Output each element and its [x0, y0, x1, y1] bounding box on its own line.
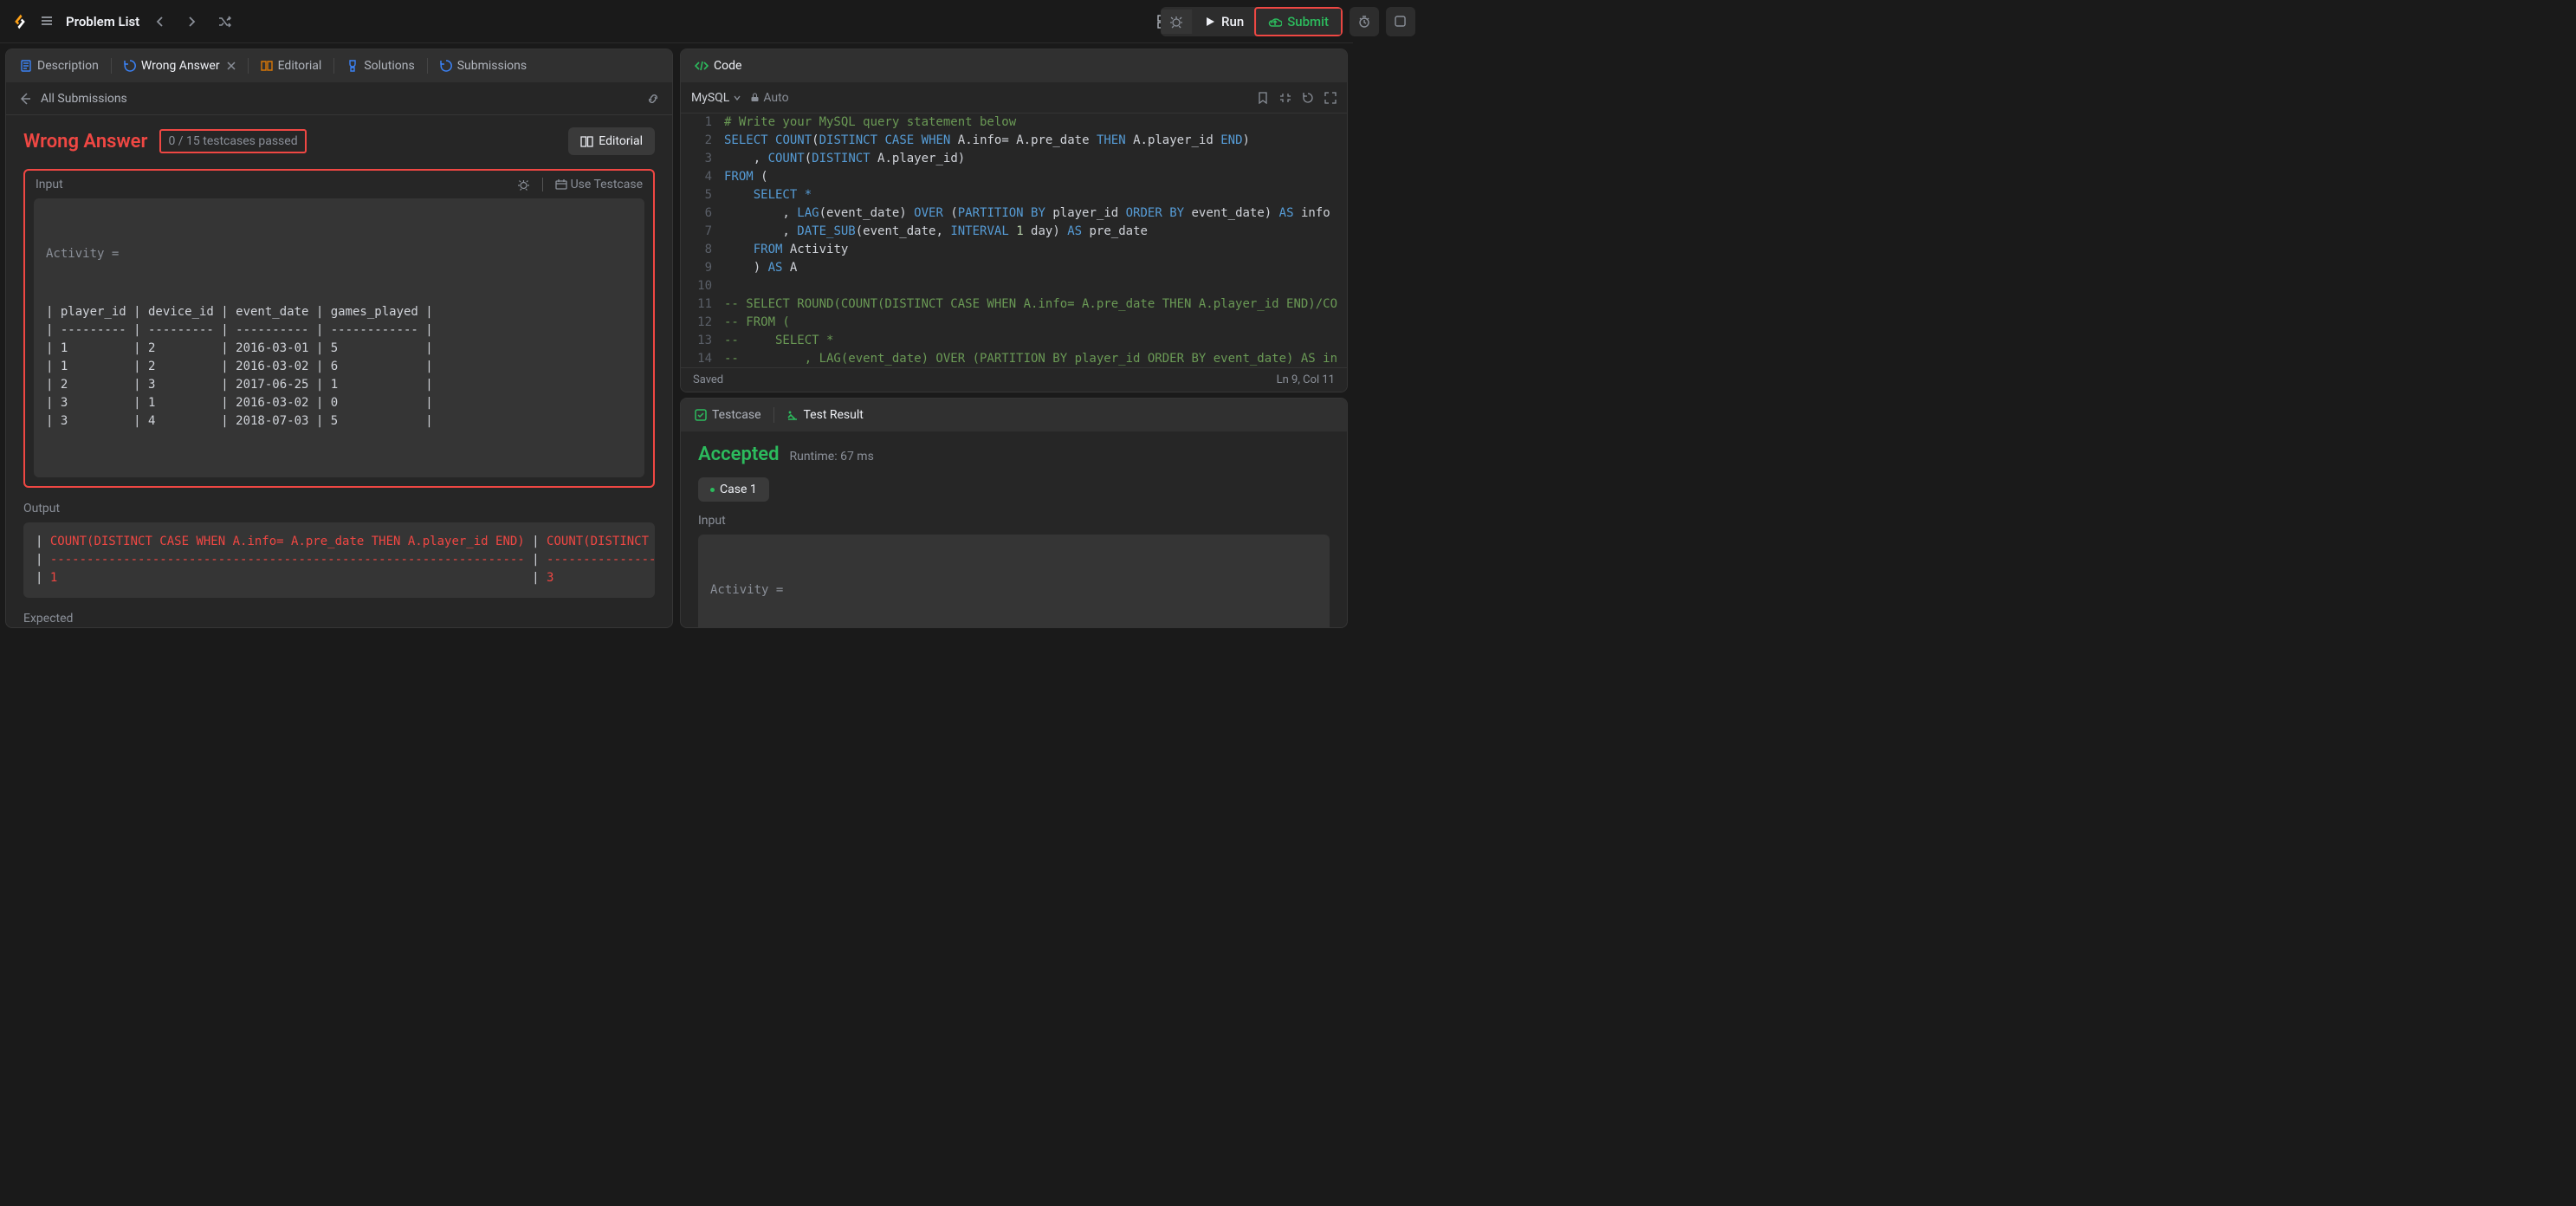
run-label: Run: [1221, 14, 1244, 29]
cursor-position: Ln 9, Col 11: [1277, 373, 1335, 386]
code-editor[interactable]: 1# Write your MySQL query statement belo…: [681, 113, 1347, 367]
tab-description-label: Description: [37, 59, 99, 73]
tab-testcase[interactable]: Testcase: [686, 403, 770, 427]
testcases-passed: 0 / 15 testcases passed: [159, 129, 306, 153]
runtime-label: Runtime: 67 ms: [789, 450, 873, 464]
next-problem-button[interactable]: [181, 13, 202, 30]
tab-editorial-label: Editorial: [278, 59, 322, 73]
editorial-button-label: Editorial: [599, 134, 643, 148]
tab-code[interactable]: Code: [686, 54, 750, 78]
output-box: | COUNT(DISTINCT CASE WHEN A.info= A.pre…: [23, 522, 655, 598]
tab-wrong-answer-label: Wrong Answer: [141, 59, 220, 73]
tab-wrong-answer[interactable]: Wrong Answer: [115, 54, 244, 78]
test-input-label: Input: [698, 514, 1330, 528]
tab-code-label: Code: [714, 59, 741, 73]
problem-list-button[interactable]: Problem List: [66, 14, 139, 29]
shuffle-button[interactable]: [212, 11, 236, 32]
case-1-label: Case 1: [720, 483, 757, 496]
bookmark-icon[interactable]: [1257, 92, 1269, 104]
test-activity-label: Activity =: [710, 581, 1317, 600]
submit-button[interactable]: Submit: [1254, 7, 1343, 36]
auto-indicator[interactable]: Auto: [750, 91, 788, 105]
notes-button[interactable]: [1386, 7, 1415, 36]
accepted-label: Accepted: [698, 444, 779, 465]
language-label: MySQL: [691, 91, 729, 105]
submit-label: Submit: [1287, 14, 1329, 29]
language-select[interactable]: MySQL: [691, 91, 741, 105]
timer-button[interactable]: [1349, 7, 1379, 36]
case-1-chip[interactable]: Case 1: [698, 477, 769, 502]
leetcode-logo[interactable]: [10, 12, 29, 31]
prev-problem-button[interactable]: [150, 13, 171, 30]
reset-icon[interactable]: [1302, 92, 1314, 104]
input-table: | player_id | device_id | event_date | g…: [46, 303, 632, 431]
editorial-button[interactable]: Editorial: [568, 127, 655, 155]
tab-editorial[interactable]: Editorial: [252, 54, 331, 78]
fullscreen-icon[interactable]: [1324, 92, 1337, 104]
input-activity-label: Activity =: [46, 245, 632, 263]
debug-testcase-icon[interactable]: [517, 178, 530, 191]
test-input-box: Activity = | player_id | device_id | eve…: [698, 535, 1330, 627]
tab-solutions-label: Solutions: [364, 59, 414, 73]
use-testcase-label: Use Testcase: [571, 178, 643, 191]
tab-test-result[interactable]: Test Result: [778, 403, 872, 427]
all-submissions-label[interactable]: All Submissions: [41, 92, 127, 106]
back-button[interactable]: [18, 92, 32, 106]
format-icon[interactable]: [1279, 92, 1291, 104]
saved-indicator: Saved: [693, 373, 723, 386]
result-title: Wrong Answer: [23, 131, 147, 152]
use-testcase-button[interactable]: Use Testcase: [555, 178, 643, 191]
link-icon[interactable]: [646, 92, 660, 106]
expected-label: Expected: [23, 612, 655, 626]
list-icon[interactable]: [40, 14, 55, 29]
run-button[interactable]: Run: [1192, 9, 1256, 35]
tab-testcase-label: Testcase: [712, 408, 761, 422]
tab-submissions[interactable]: Submissions: [431, 54, 535, 78]
tab-test-result-label: Test Result: [804, 408, 864, 422]
tab-description[interactable]: Description: [11, 54, 107, 78]
output-label: Output: [23, 502, 655, 515]
tab-submissions-label: Submissions: [457, 59, 527, 73]
auto-label: Auto: [763, 91, 788, 105]
case-status-dot: [710, 488, 715, 492]
tab-solutions[interactable]: Solutions: [338, 54, 423, 78]
close-tab-icon[interactable]: [227, 62, 236, 70]
debug-button[interactable]: [1161, 10, 1192, 34]
input-label: Input: [36, 178, 63, 191]
